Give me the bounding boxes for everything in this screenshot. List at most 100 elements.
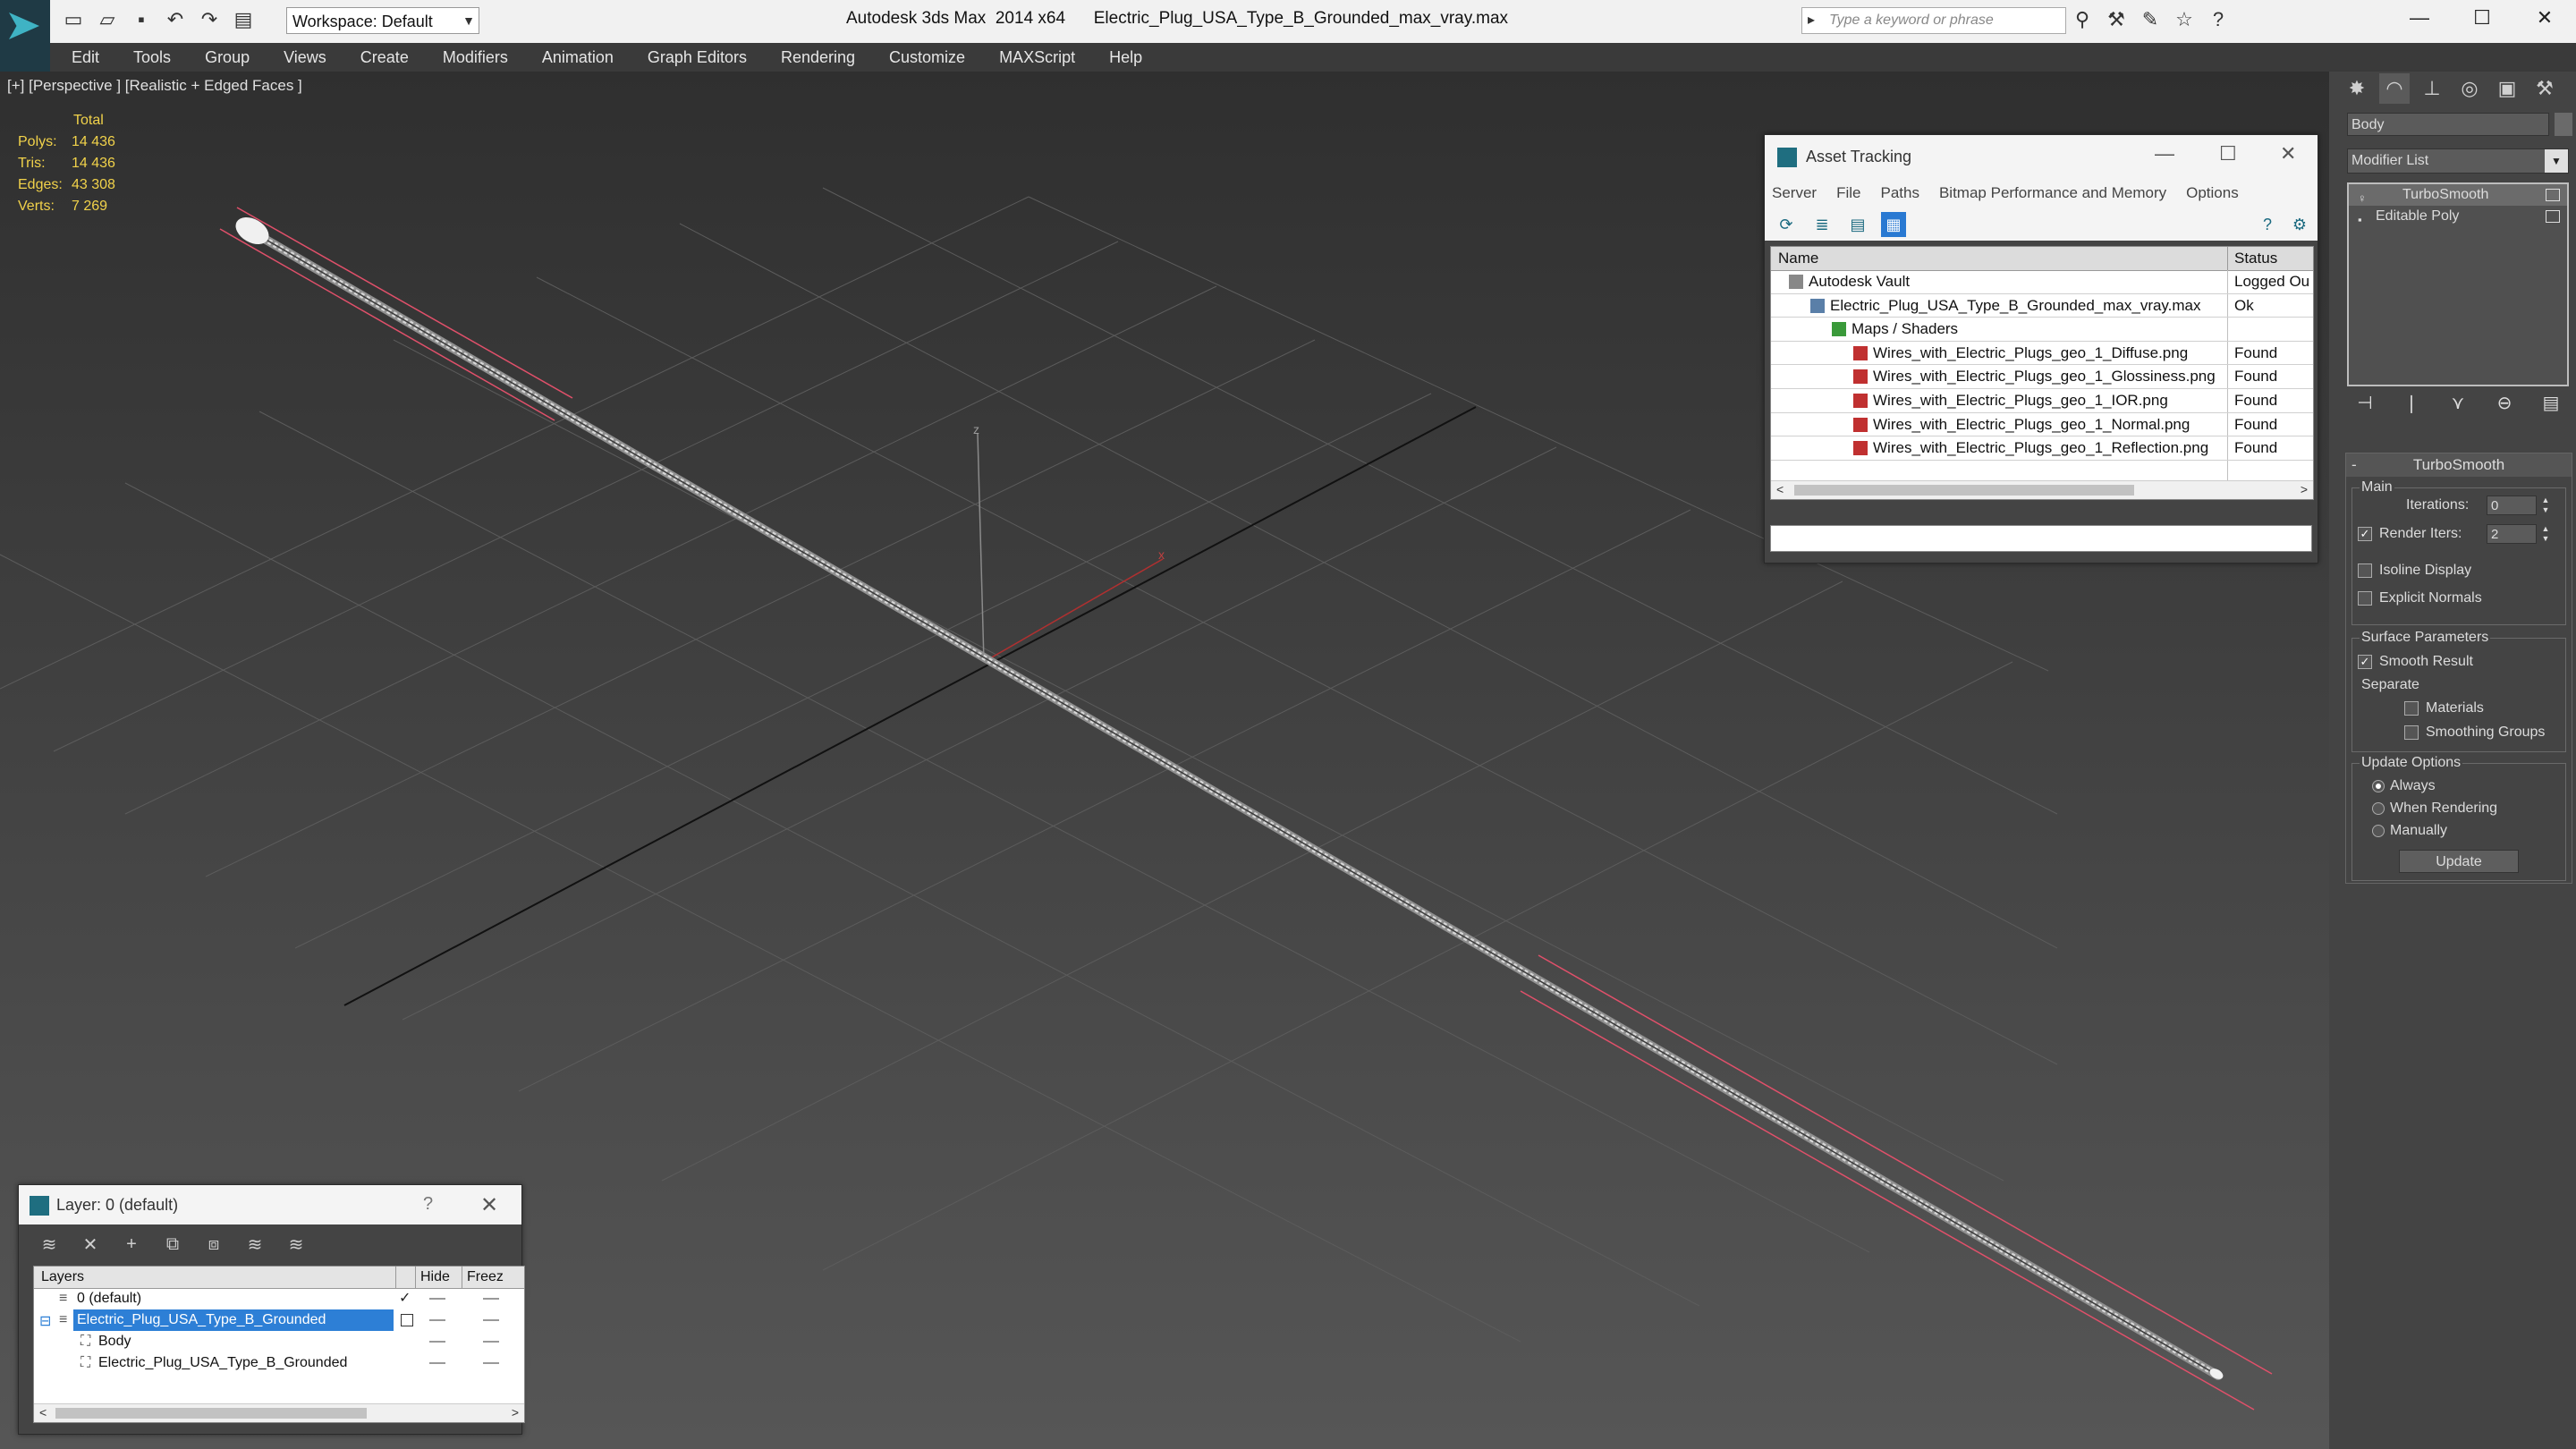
- lightbulb-icon[interactable]: ♀: [2358, 188, 2368, 205]
- display-tab-icon[interactable]: ▣: [2492, 73, 2522, 104]
- viewport-label[interactable]: [+] [Perspective ] [Realistic + Edged Fa…: [7, 77, 302, 95]
- new-file-icon[interactable]: ▭: [61, 7, 86, 32]
- freeze-toggle[interactable]: [483, 1319, 499, 1321]
- freeze-toggle[interactable]: [483, 1341, 499, 1343]
- select-objects-icon[interactable]: ⧉: [160, 1232, 185, 1257]
- refresh-icon[interactable]: ⟳: [1774, 212, 1799, 237]
- table-row[interactable]: Wires_with_Electric_Plugs_geo_1_Normal.p…: [1771, 412, 2313, 437]
- project-folder-icon[interactable]: ▤: [231, 7, 256, 32]
- rollout-header[interactable]: - TurboSmooth: [2346, 453, 2572, 477]
- layer-manager-titlebar[interactable]: Layer: 0 (default) ? ✕: [19, 1185, 521, 1224]
- redo-icon[interactable]: ↷: [197, 7, 222, 32]
- favorites-icon[interactable]: ☆: [2172, 7, 2197, 32]
- object-name-field[interactable]: Body: [2347, 113, 2549, 136]
- menu-maxscript[interactable]: MAXScript: [999, 48, 1075, 67]
- help-icon[interactable]: ?: [2255, 212, 2280, 237]
- undo-icon[interactable]: ↶: [163, 7, 188, 32]
- menu-server[interactable]: Server: [1772, 184, 1817, 202]
- remove-modifier-icon[interactable]: ⊖: [2492, 390, 2517, 415]
- horizontal-scrollbar[interactable]: < >: [34, 1403, 524, 1422]
- stack-item-editable-poly[interactable]: ▪ Editable Poly: [2349, 206, 2567, 227]
- help-icon[interactable]: ?: [2206, 7, 2231, 32]
- layer-row-default[interactable]: ≡ 0 (default) ✓: [34, 1288, 524, 1309]
- scroll-right-icon[interactable]: >: [2301, 482, 2308, 496]
- close-icon[interactable]: ✕: [480, 1192, 498, 1218]
- pin-icon[interactable]: [2546, 189, 2560, 201]
- binoculars-icon[interactable]: ⚲: [2070, 7, 2095, 32]
- asset-path-field[interactable]: [1770, 525, 2312, 552]
- pin-icon[interactable]: [2546, 210, 2560, 223]
- expand-plus-icon[interactable]: ▪: [2358, 209, 2368, 226]
- menu-graph-editors[interactable]: Graph Editors: [648, 48, 747, 67]
- scrollbar-thumb[interactable]: [1794, 485, 2134, 496]
- make-unique-icon[interactable]: ⋎: [2445, 390, 2470, 415]
- collapse-minus-icon[interactable]: ⊟: [39, 1312, 51, 1330]
- detail-view-icon[interactable]: ▤: [1845, 212, 1870, 237]
- set-current-layer-icon[interactable]: ≋: [242, 1232, 267, 1257]
- scroll-left-icon[interactable]: <: [1776, 482, 1784, 496]
- layer-row-body[interactable]: ⛶ Body: [34, 1331, 524, 1352]
- explicit-normals-checkbox[interactable]: [2358, 591, 2372, 606]
- close-icon[interactable]: ✕: [2513, 0, 2576, 36]
- menu-group[interactable]: Group: [205, 48, 250, 67]
- smoothing-groups-checkbox[interactable]: [2404, 725, 2419, 740]
- menu-bitmap-performance[interactable]: Bitmap Performance and Memory: [1939, 184, 2166, 202]
- table-row[interactable]: Wires_with_Electric_Plugs_geo_1_IOR.png F…: [1771, 388, 2313, 413]
- table-row[interactable]: Wires_with_Electric_Plugs_geo_1_Diffuse.…: [1771, 341, 2313, 366]
- isoline-display-checkbox[interactable]: [2358, 564, 2372, 578]
- table-row[interactable]: Autodesk Vault Logged Ou: [1771, 270, 2313, 294]
- menu-options[interactable]: Options: [2186, 184, 2239, 202]
- stack-item-turbosmooth[interactable]: ♀ TurboSmooth: [2349, 184, 2567, 206]
- table-view-icon[interactable]: ▦: [1881, 212, 1906, 237]
- column-hide-header[interactable]: Hide: [420, 1269, 450, 1285]
- freeze-toggle[interactable]: [483, 1362, 499, 1364]
- close-icon[interactable]: ✕: [2280, 142, 2296, 165]
- minimize-icon[interactable]: —: [2155, 142, 2174, 165]
- menu-tools[interactable]: Tools: [133, 48, 171, 67]
- table-row[interactable]: Wires_with_Electric_Plugs_geo_1_Glossine…: [1771, 365, 2313, 389]
- motion-tab-icon[interactable]: ◎: [2454, 73, 2485, 104]
- maximize-icon[interactable]: ☐: [2219, 142, 2237, 165]
- help-icon[interactable]: ?: [423, 1194, 433, 1215]
- manually-radio[interactable]: [2372, 825, 2385, 837]
- column-freeze-header[interactable]: Freez: [467, 1269, 504, 1285]
- menu-modifiers[interactable]: Modifiers: [443, 48, 508, 67]
- hide-all-layers-icon[interactable]: ≋: [284, 1232, 309, 1257]
- object-color-swatch[interactable]: [2555, 113, 2572, 136]
- workspace-dropdown-icon[interactable]: ▼: [458, 7, 479, 34]
- pin-stack-icon[interactable]: ⊣: [2352, 390, 2377, 415]
- smooth-result-checkbox[interactable]: ✓: [2358, 655, 2372, 669]
- select-layer-icon[interactable]: ⧈: [201, 1232, 226, 1257]
- minimize-icon[interactable]: —: [2388, 0, 2451, 36]
- menu-help[interactable]: Help: [1109, 48, 1142, 67]
- horizontal-scrollbar[interactable]: < >: [1771, 480, 2313, 499]
- create-tab-icon[interactable]: ✸: [2342, 73, 2372, 104]
- asset-tracking-titlebar[interactable]: Asset Tracking — ☐ ✕: [1765, 135, 2318, 180]
- menu-edit[interactable]: Edit: [72, 48, 99, 67]
- scroll-left-icon[interactable]: <: [39, 1405, 47, 1419]
- search-input[interactable]: ▸ Type a keyword or phrase: [1801, 7, 2066, 34]
- when-rendering-radio[interactable]: [2372, 802, 2385, 815]
- current-layer-check-icon[interactable]: ✓: [399, 1289, 411, 1307]
- spinner-arrows-icon[interactable]: ▲ ▼: [2540, 524, 2551, 544]
- render-iters-spinner[interactable]: 2: [2487, 524, 2537, 544]
- modifier-list-dropdown[interactable]: Modifier List ▼: [2347, 148, 2569, 174]
- utilities-tab-icon[interactable]: ⚒: [2529, 73, 2560, 104]
- set-current-box-icon[interactable]: [401, 1314, 413, 1326]
- subscription-icon[interactable]: ⚒: [2104, 7, 2129, 32]
- column-status-header[interactable]: Status: [2234, 250, 2277, 267]
- show-end-result-icon[interactable]: ❘: [2399, 390, 2424, 415]
- scroll-right-icon[interactable]: >: [512, 1405, 519, 1419]
- hide-toggle[interactable]: [429, 1362, 445, 1364]
- menu-paths[interactable]: Paths: [1880, 184, 1919, 202]
- list-view-icon[interactable]: ≣: [1809, 212, 1835, 237]
- hierarchy-tab-icon[interactable]: ⊥: [2417, 73, 2447, 104]
- modify-tab-icon[interactable]: ◠: [2379, 73, 2410, 104]
- delete-layer-icon[interactable]: ✕: [78, 1232, 103, 1257]
- hide-toggle[interactable]: [429, 1298, 445, 1300]
- column-divider[interactable]: [2227, 247, 2228, 270]
- menu-create[interactable]: Create: [360, 48, 409, 67]
- layer-row-selected[interactable]: ⊟ ≡ Electric_Plug_USA_Type_B_Grounded: [34, 1309, 524, 1331]
- iterations-spinner[interactable]: 0: [2487, 496, 2537, 515]
- save-file-icon[interactable]: ▪: [129, 7, 154, 32]
